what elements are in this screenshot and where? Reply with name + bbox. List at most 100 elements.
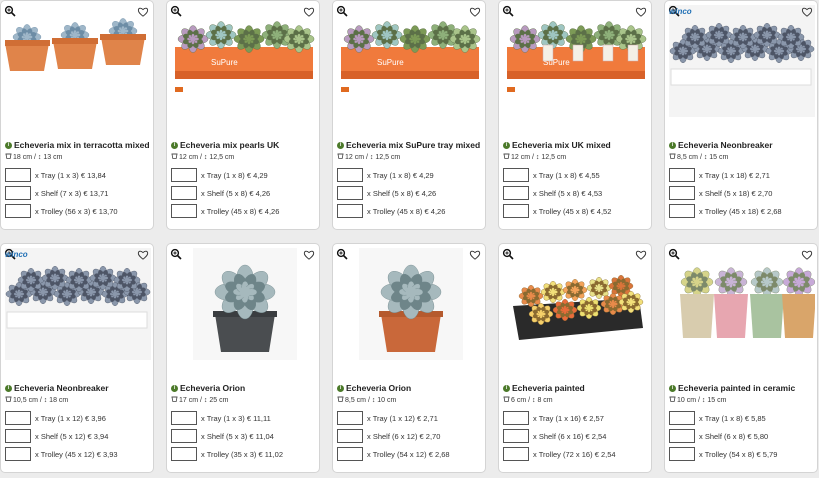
zoom-icon[interactable] xyxy=(336,4,348,17)
product-title[interactable]: i Echeveria Orion xyxy=(337,383,485,393)
product-image[interactable] xyxy=(171,248,317,360)
product-image[interactable] xyxy=(669,248,816,360)
zoom-icon[interactable] xyxy=(336,247,348,260)
product-card[interactable]: i Echeveria Orion 17 cm / ↕ 25 cm x Tray (1… xyxy=(166,243,320,473)
quantity-input[interactable] xyxy=(337,411,363,425)
product-card[interactable]: i Echeveria mix in terracotta mixed 18 cm … xyxy=(0,0,154,230)
product-title[interactable]: i Echeveria mix pearls UK xyxy=(171,140,319,150)
quantity-input[interactable] xyxy=(5,447,31,461)
quantity-input[interactable] xyxy=(171,204,197,218)
zoom-icon[interactable] xyxy=(170,247,182,260)
quantity-input[interactable] xyxy=(171,168,197,182)
quantity-input[interactable] xyxy=(5,186,31,200)
zoom-icon[interactable] xyxy=(668,247,680,260)
product-title[interactable]: i Echeveria painted in ceramic xyxy=(669,383,817,393)
heart-icon[interactable] xyxy=(801,5,813,17)
quantity-input[interactable] xyxy=(337,168,363,182)
product-card[interactable]: i Echeveria painted in ceramic 10 cm / ↕ 1… xyxy=(664,243,818,473)
pot-icon xyxy=(171,153,178,161)
heart-icon[interactable] xyxy=(137,248,149,260)
product-title[interactable]: i Echeveria mix UK mixed xyxy=(503,140,651,150)
quantity-input[interactable] xyxy=(503,429,529,443)
heart-icon[interactable] xyxy=(469,5,481,17)
product-image[interactable]: SuPure xyxy=(503,5,649,117)
product-card[interactable]: SuPure i Echeveria mix pearls UK 12 cm / ↕ … xyxy=(166,0,320,230)
quantity-input[interactable] xyxy=(337,447,363,461)
product-image[interactable] xyxy=(4,5,151,117)
product-card[interactable]: SuPure i Echeveria mix SuPure tray mixed 12… xyxy=(332,0,486,230)
product-name[interactable]: Echeveria Orion xyxy=(180,383,245,393)
product-image[interactable] xyxy=(503,248,649,360)
zoom-icon[interactable] xyxy=(502,4,514,17)
quantity-input[interactable] xyxy=(503,204,529,218)
product-image[interactable] xyxy=(669,5,815,117)
quantity-input[interactable] xyxy=(669,186,695,200)
quantity-input[interactable] xyxy=(171,447,197,461)
zoom-icon[interactable] xyxy=(4,4,16,17)
quantity-input[interactable] xyxy=(171,429,197,443)
product-card[interactable]: winco i Echeveria Neonbreaker 10,5 cm / ↕ 1… xyxy=(0,243,154,473)
product-name[interactable]: Echeveria painted xyxy=(512,383,585,393)
quantity-input[interactable] xyxy=(669,411,695,425)
product-card[interactable]: i Echeveria Orion 8,5 cm / ↕ 10 cm x Tray (… xyxy=(332,243,486,473)
product-image[interactable]: SuPure xyxy=(337,5,483,117)
product-card[interactable]: SuPure i Echeveria mix UK mixed 12 cm / ↕ 1… xyxy=(498,0,652,230)
info-icon[interactable]: i xyxy=(171,141,178,149)
product-grid: i Echeveria mix in terracotta mixed 18 cm … xyxy=(0,0,819,478)
heart-icon[interactable] xyxy=(635,248,647,260)
product-name[interactable]: Echeveria mix pearls UK xyxy=(180,140,279,150)
product-title[interactable]: i Echeveria Orion xyxy=(171,383,319,393)
info-icon[interactable]: i xyxy=(669,384,676,392)
product-name[interactable]: Echeveria Neonbreaker xyxy=(678,140,773,150)
product-image[interactable] xyxy=(5,248,151,360)
product-title[interactable]: i Echeveria mix SuPure tray mixed xyxy=(337,140,485,150)
quantity-input[interactable] xyxy=(337,204,363,218)
heart-icon[interactable] xyxy=(635,5,647,17)
quantity-input[interactable] xyxy=(669,429,695,443)
zoom-icon[interactable] xyxy=(502,247,514,260)
heart-icon[interactable] xyxy=(801,248,813,260)
quantity-input[interactable] xyxy=(503,186,529,200)
product-name[interactable]: Echeveria Orion xyxy=(346,383,411,393)
product-title[interactable]: i Echeveria painted xyxy=(503,383,651,393)
heart-icon[interactable] xyxy=(303,248,315,260)
quantity-input[interactable] xyxy=(503,411,529,425)
info-icon[interactable]: i xyxy=(5,384,12,392)
info-icon[interactable]: i xyxy=(337,141,344,149)
quantity-input[interactable] xyxy=(5,429,31,443)
info-icon[interactable]: i xyxy=(171,384,178,392)
quantity-input[interactable] xyxy=(5,411,31,425)
heart-icon[interactable] xyxy=(137,5,149,17)
quantity-input[interactable] xyxy=(171,411,197,425)
heart-icon[interactable] xyxy=(303,5,315,17)
heart-icon[interactable] xyxy=(469,248,481,260)
info-icon[interactable]: i xyxy=(503,384,510,392)
quantity-input[interactable] xyxy=(503,168,529,182)
quantity-input[interactable] xyxy=(669,204,695,218)
quantity-input[interactable] xyxy=(337,186,363,200)
quantity-input[interactable] xyxy=(5,204,31,218)
info-icon[interactable]: i xyxy=(503,141,510,149)
info-icon[interactable]: i xyxy=(337,384,344,392)
product-card[interactable]: i Echeveria painted 6 cm / ↕ 8 cm x Tray (1… xyxy=(498,243,652,473)
quantity-input[interactable] xyxy=(503,447,529,461)
product-image[interactable]: SuPure xyxy=(171,5,317,117)
quantity-input[interactable] xyxy=(669,168,695,182)
product-image[interactable] xyxy=(337,248,483,360)
product-title[interactable]: i Echeveria Neonbreaker xyxy=(669,140,817,150)
product-card[interactable]: winco i Echeveria Neonbreaker 8,5 cm / ↕ 15… xyxy=(664,0,818,230)
product-name[interactable]: Echeveria mix in terracotta mixed xyxy=(14,140,150,150)
quantity-input[interactable] xyxy=(5,168,31,182)
quantity-input[interactable] xyxy=(171,186,197,200)
product-title[interactable]: i Echeveria mix in terracotta mixed xyxy=(5,140,153,150)
info-icon[interactable]: i xyxy=(5,141,12,149)
product-name[interactable]: Echeveria Neonbreaker xyxy=(14,383,109,393)
quantity-input[interactable] xyxy=(337,429,363,443)
product-name[interactable]: Echeveria mix UK mixed xyxy=(512,140,611,150)
info-icon[interactable]: i xyxy=(669,141,676,149)
zoom-icon[interactable] xyxy=(170,4,182,17)
product-title[interactable]: i Echeveria Neonbreaker xyxy=(5,383,153,393)
quantity-input[interactable] xyxy=(669,447,695,461)
product-name[interactable]: Echeveria mix SuPure tray mixed xyxy=(346,140,480,150)
product-name[interactable]: Echeveria painted in ceramic xyxy=(678,383,795,393)
